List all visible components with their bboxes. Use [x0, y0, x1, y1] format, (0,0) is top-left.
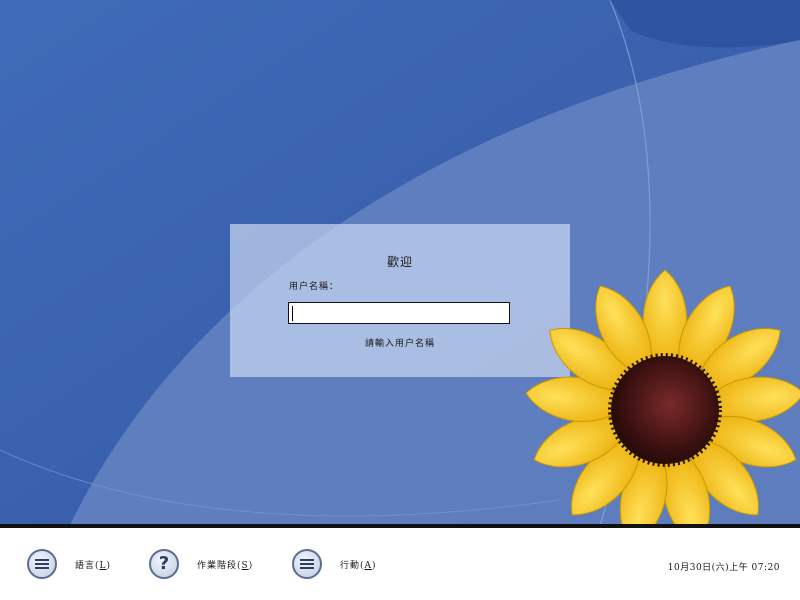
actions-button[interactable]: 行動(A) [292, 528, 377, 600]
username-input[interactable] [288, 302, 510, 324]
text-caret [292, 306, 293, 321]
question-mark-icon: ? [149, 549, 179, 579]
session-button[interactable]: ? 作業階段(S) [149, 528, 253, 600]
language-label: 語言(L) [75, 560, 112, 571]
login-panel: 歡迎 用户名稱： 請輸入用户名稱 [230, 224, 570, 377]
welcome-title: 歡迎 [386, 255, 413, 269]
actions-label: 行動(A) [340, 560, 377, 571]
language-button[interactable]: 語言(L) [27, 528, 111, 600]
clock: 10月30日(六)上午 07:20 [667, 563, 780, 573]
menu-lines-icon [27, 549, 57, 579]
session-label: 作業階段(S) [197, 560, 254, 571]
login-screen: 歡迎 用户名稱： 請輸入用户名稱 語言(L) ? 作業階段(S) 行動(A) 1… [0, 0, 800, 600]
username-label: 用户名稱： [289, 282, 340, 292]
username-hint: 請輸入用户名稱 [364, 339, 435, 349]
menu-lines-icon [292, 549, 322, 579]
bottom-bar: 語言(L) ? 作業階段(S) 行動(A) 10月30日(六)上午 07:20 [0, 524, 800, 600]
